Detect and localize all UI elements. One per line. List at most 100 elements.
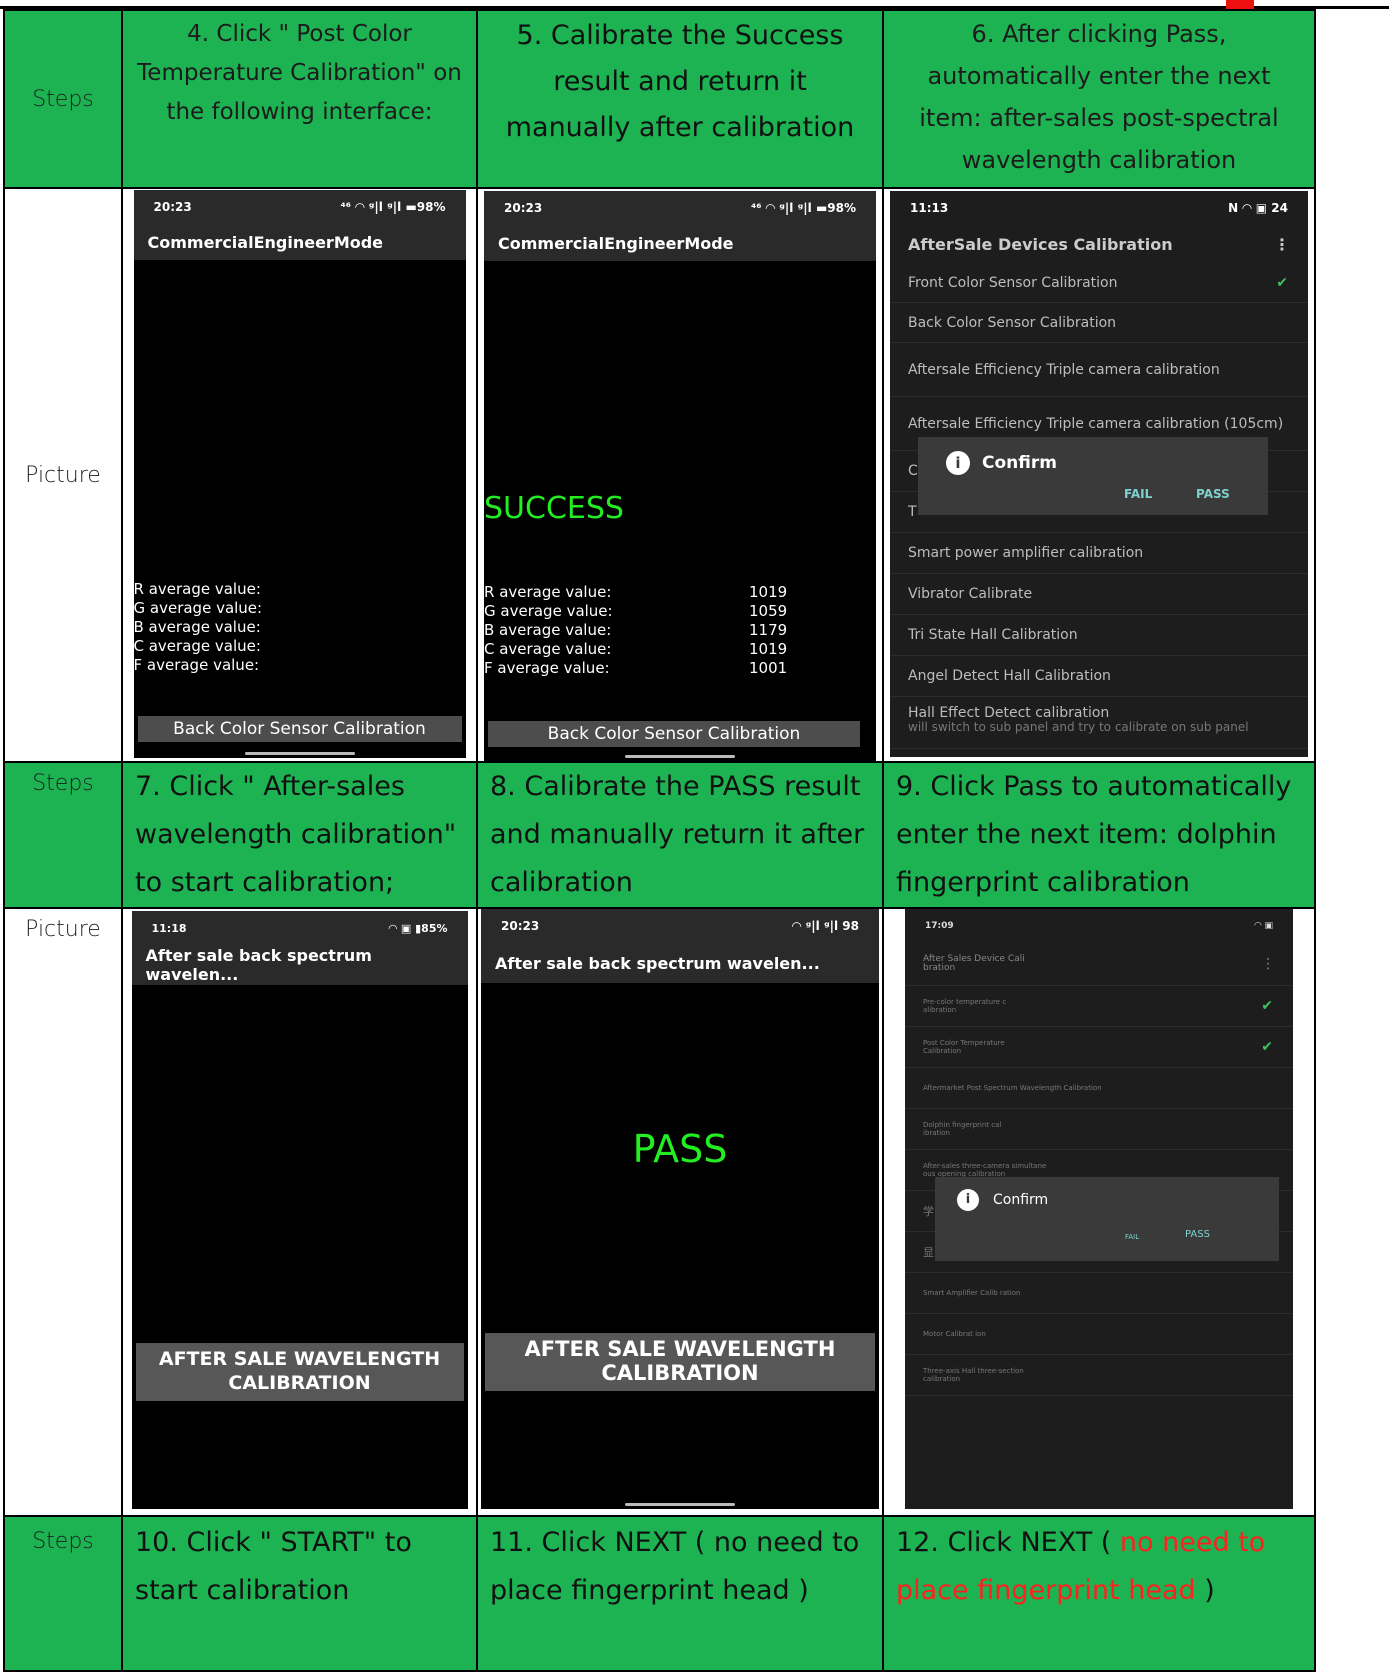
b-label: B average value: (133, 618, 261, 636)
r-label: R average value: (484, 583, 612, 601)
menu-item[interactable]: Pre-color temperature c alibration ✔ (905, 986, 1293, 1027)
step-8-text: 8. Calibrate the PASS result and manuall… (490, 771, 865, 898)
check-icon: ✔ (1261, 998, 1273, 1014)
menu-item[interactable]: Back Color Sensor Calibration (890, 303, 1308, 343)
status-bar: 20:23 ◠ ᵍ|l ᵍ|l 98 (481, 910, 879, 943)
overflow-menu-icon[interactable]: ⋮ (1274, 235, 1290, 254)
c-label: C average value: (133, 637, 261, 655)
average-values: R average value: G average value: B aver… (134, 580, 263, 675)
status-icons: ⁴⁶ ◠ ᵍ|l ᵍ|l ▬98% (751, 201, 856, 215)
app-bar: After Sales Device Cali bration ⋮ (905, 943, 1293, 986)
overflow-menu-icon[interactable]: ⋮ (1261, 957, 1275, 971)
c-label: C average value: (484, 640, 612, 658)
g-label: G average value: (133, 599, 263, 617)
status-time: 11:13 (910, 201, 949, 215)
app-bar: AfterSale Devices Calibration ⋮ (890, 225, 1308, 263)
menu-item[interactable]: Aftermarket Post Spectrum Wavelength Cal… (905, 1068, 1293, 1109)
screenshot-success: 20:23 ⁴⁶ ◠ ᵍ|l ᵍ|l ▬98% CommercialEnginee… (476, 187, 884, 763)
g-label: G average value: (484, 602, 613, 620)
step-9-cell: 9. Click Pass to automatically enter the… (882, 761, 1316, 909)
status-bar: 20:23 ⁴⁶ ◠ ᵍ|l ᵍ|l ▬98% (133, 190, 466, 224)
pass-result: PASS (632, 1127, 728, 1171)
after-sale-wavelength-button[interactable]: AFTER SALE WAVELENGTH CALIBRATION (485, 1333, 875, 1391)
home-indicator (625, 1503, 735, 1506)
app-title: CommercialEngineerMode (133, 224, 466, 260)
g-value: 1059 (749, 602, 788, 620)
b-value: 1179 (749, 621, 788, 639)
pass-button[interactable]: PASS (1196, 487, 1230, 501)
menu-item[interactable]: Front Color Sensor Calibration ✔ (890, 263, 1308, 303)
step-9-text: 9. Click Pass to automatically enter the… (896, 771, 1292, 898)
steps-label: Steps (3, 1515, 123, 1672)
step-10-cell: 10. Click " START" to start calibration (121, 1515, 478, 1672)
fail-button[interactable]: FAIL (1124, 487, 1152, 501)
average-values: R average value: 1019 G average value: 105… (484, 583, 787, 678)
status-time: 20:23 (501, 919, 540, 933)
screenshot-device-list: 17:09 ◠ ▣ After Sales Device Cali bration… (882, 907, 1316, 1517)
status-bar: 11:18 ◠ ▣ ▮85% (131, 911, 468, 945)
picture-label: Picture (3, 907, 123, 1517)
steps-label: Steps (3, 761, 123, 909)
home-indicator (625, 755, 735, 758)
steps-label: Steps (3, 9, 123, 189)
step-5-cell: 5. Calibrate the Success result and retu… (476, 9, 884, 189)
step-11-cell: 11. Click NEXT ( no need to place finger… (476, 1515, 884, 1672)
step-6-text: 6. After clicking Pass, automatically en… (919, 20, 1279, 174)
screenshot-color-sensor: 20:23 ⁴⁶ ◠ ᵍ|l ᵍ|l ▬98% CommercialEnginee… (121, 187, 478, 763)
step-11-text: 11. Click NEXT ( no need to place finger… (490, 1527, 860, 1606)
back-color-sensor-button[interactable]: Back Color Sensor Calibration (137, 716, 462, 742)
app-title: AfterSale Devices Calibration (908, 234, 1173, 254)
step-10-text: 10. Click " START" to start calibration (135, 1527, 412, 1606)
fail-button[interactable]: FAIL (1125, 1233, 1139, 1241)
status-icons: ◠ ▣ ▮85% (388, 921, 448, 935)
app-title: After Sales Device Cali bration (923, 954, 1025, 973)
status-icons: ◠ ᵍ|l ᵍ|l 98 (792, 919, 859, 933)
confirm-dialog: i Confirm FAIL PASS (935, 1177, 1279, 1261)
pass-button[interactable]: PASS (1185, 1229, 1210, 1240)
confirm-dialog: i Confirm FAIL PASS (918, 437, 1268, 515)
step-4-cell: 4. Click " Post Color Temperature Calibr… (121, 9, 478, 189)
info-icon: i (957, 1189, 979, 1211)
picture-label: Picture (3, 187, 123, 763)
screenshot-pass: 20:23 ◠ ᵍ|l ᵍ|l 98 After sale back spectr… (476, 907, 884, 1517)
menu-item[interactable]: Aftersale Efficiency Triple camera calib… (890, 343, 1308, 397)
step-12-cell: 12. Click NEXT ( no need to place finger… (882, 1515, 1316, 1672)
step-6-cell: 6. After clicking Pass, automatically en… (882, 9, 1316, 189)
menu-item[interactable]: Smart Amplifier Calib ration (905, 1273, 1293, 1314)
r-label: R average value: (133, 580, 261, 598)
menu-item[interactable]: Dolphin fingerprint cal ibration (905, 1109, 1293, 1150)
dialog-title: Confirm (982, 453, 1057, 473)
status-icons: ⁴⁶ ◠ ᵍ|l ᵍ|l ▬98% (340, 200, 446, 214)
menu-item[interactable]: Tri State Hall Calibration (890, 615, 1308, 656)
menu-item[interactable]: Vibrator Calibrate (890, 574, 1308, 615)
f-label: F average value: (484, 659, 610, 677)
step-4-text: 4. Click " Post Color Temperature Calibr… (137, 21, 462, 125)
c-value: 1019 (749, 640, 788, 658)
status-time: 20:23 (153, 200, 192, 214)
step-12-text: 12. Click NEXT ( no need to place finger… (896, 1527, 1266, 1606)
menu-item[interactable]: Hall Effect Detect calibration will swit… (890, 697, 1308, 749)
f-value: 1001 (749, 659, 788, 677)
status-time: 20:23 (504, 201, 543, 215)
after-sale-wavelength-button[interactable]: AFTER SALE WAVELENGTH CALIBRATION (135, 1343, 464, 1401)
status-icons: ◠ ▣ (1254, 921, 1273, 931)
status-time: 11:18 (151, 921, 187, 935)
status-time: 17:09 (925, 921, 954, 931)
menu-item[interactable]: Motor Calibrat ion (905, 1314, 1293, 1355)
check-icon: ✔ (1276, 274, 1288, 291)
info-icon: i (946, 451, 970, 475)
app-title: After sale back spectrum wavelen... (481, 943, 879, 983)
menu-item[interactable]: Post Color Temperature Calibration ✔ (905, 1027, 1293, 1068)
menu-item[interactable]: Smart power amplifier calibration (890, 533, 1308, 574)
menu-item[interactable]: Angel Detect Hall Calibration (890, 656, 1308, 697)
status-icons: N ◠ ▣ 24 (1228, 201, 1288, 215)
calibration-steps-table: Steps 4. Click " Post Color Temperature … (3, 9, 1316, 1672)
menu-item[interactable]: Three-axis Hall three-section calibratio… (905, 1355, 1293, 1396)
back-color-sensor-button[interactable]: Back Color Sensor Calibration (488, 721, 860, 747)
app-title: CommercialEngineerMode (484, 225, 876, 261)
status-bar: 17:09 ◠ ▣ (905, 910, 1293, 943)
status-bar: 20:23 ⁴⁶ ◠ ᵍ|l ᵍ|l ▬98% (484, 191, 876, 225)
f-label: F average value: (133, 656, 260, 674)
b-label: B average value: (484, 621, 612, 639)
dialog-title: Confirm (993, 1192, 1049, 1208)
